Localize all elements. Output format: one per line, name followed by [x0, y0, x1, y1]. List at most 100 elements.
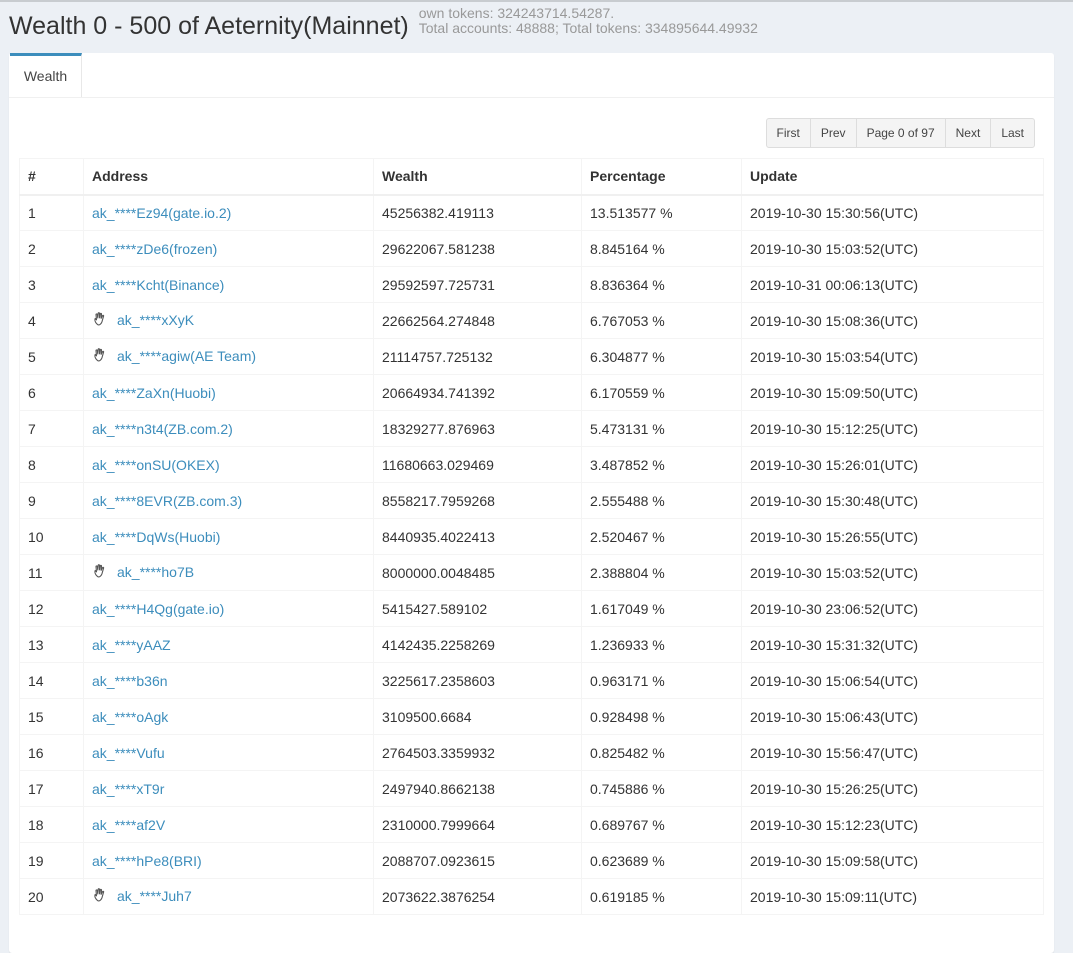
- address-link[interactable]: ak_****Ez94(gate.io.2): [92, 205, 231, 221]
- address-link[interactable]: ak_****n3t4(ZB.com.2): [92, 421, 233, 437]
- table-row: 12 ak_****H4Qg(gate.io) 5415427.589102 1.61…: [19, 590, 1044, 627]
- address-link[interactable]: ak_****ho7B: [117, 564, 194, 580]
- rank-cell: 15: [19, 698, 84, 735]
- address-link[interactable]: ak_****ZaXn(Huobi): [92, 385, 216, 401]
- tab-bar: Wealth: [9, 53, 1054, 98]
- column-header-wealth: Wealth: [373, 158, 582, 196]
- table-header-row: # Address Wealth Percentage Update: [19, 158, 1044, 196]
- percentage-cell: 3.487852 %: [581, 446, 742, 483]
- address-link[interactable]: ak_****af2V: [92, 817, 165, 833]
- table-row: 5 ak_****agiw(AE Team) 21114757.725132 6.30…: [19, 338, 1044, 375]
- wealth-cell: 22662564.274848: [373, 302, 582, 339]
- last-page-button[interactable]: Last: [990, 118, 1035, 148]
- update-cell: 2019-10-30 15:26:01(UTC): [741, 446, 1044, 483]
- rank-cell: 9: [19, 482, 84, 519]
- percentage-cell: 8.836364 %: [581, 266, 742, 303]
- address-link[interactable]: ak_****Juh7: [117, 888, 192, 904]
- wealth-cell: 2073622.3876254: [373, 878, 582, 915]
- rank-cell: 6: [19, 374, 84, 411]
- update-cell: 2019-10-30 15:26:25(UTC): [741, 770, 1044, 807]
- update-cell: 2019-10-31 00:06:13(UTC): [741, 266, 1044, 303]
- own-tokens-text: own tokens: 324243714.54287.: [418, 5, 615, 21]
- table-row: 10 ak_****DqWs(Huobi) 8440935.4022413 2.520…: [19, 518, 1044, 555]
- update-cell: 2019-10-30 15:03:54(UTC): [741, 338, 1044, 375]
- table-row: 1 ak_****Ez94(gate.io.2) 45256382.419113 13…: [19, 194, 1044, 231]
- update-cell: 2019-10-30 15:26:55(UTC): [741, 518, 1044, 555]
- update-cell: 2019-10-30 15:06:43(UTC): [741, 698, 1044, 735]
- update-cell: 2019-10-30 15:09:58(UTC): [741, 842, 1044, 879]
- address-link[interactable]: ak_****H4Qg(gate.io): [92, 601, 224, 617]
- first-page-button[interactable]: First: [765, 118, 811, 148]
- page-header: Wealth 0 - 500 of Aeternity(Mainnet) own…: [9, 4, 758, 50]
- wealth-cell: 20664934.741392: [373, 374, 582, 411]
- wealth-cell: 2764503.3359932: [373, 734, 582, 771]
- table-row: 7 ak_****n3t4(ZB.com.2) 18329277.876963 5.4…: [19, 410, 1044, 447]
- totals-text: Total accounts: 48888; Total tokens: 334…: [418, 20, 758, 36]
- percentage-cell: 6.767053 %: [581, 302, 742, 339]
- percentage-cell: 1.236933 %: [581, 626, 742, 663]
- table-row: 2 ak_****zDe6(frozen) 29622067.581238 8.845…: [19, 230, 1044, 267]
- update-cell: 2019-10-30 15:08:36(UTC): [741, 302, 1044, 339]
- table-body: 1 ak_****Ez94(gate.io.2) 45256382.419113 13…: [19, 194, 1044, 915]
- wealth-cell: 11680663.029469: [373, 446, 582, 483]
- percentage-cell: 6.170559 %: [581, 374, 742, 411]
- address-cell: ak_****Kcht(Binance): [83, 266, 374, 303]
- wealth-cell: 8558217.7959268: [373, 482, 582, 519]
- rank-cell: 3: [19, 266, 84, 303]
- percentage-cell: 0.825482 %: [581, 734, 742, 771]
- update-cell: 2019-10-30 15:09:50(UTC): [741, 374, 1044, 411]
- rank-cell: 13: [19, 626, 84, 663]
- address-link[interactable]: ak_****zDe6(frozen): [92, 241, 217, 257]
- prev-page-button[interactable]: Prev: [809, 118, 857, 148]
- wealth-cell: 5415427.589102: [373, 590, 582, 627]
- address-link[interactable]: ak_****xXyK: [117, 312, 194, 328]
- address-link[interactable]: ak_****agiw(AE Team): [117, 348, 256, 364]
- hand-icon: [92, 887, 109, 906]
- rank-cell: 18: [19, 806, 84, 843]
- percentage-cell: 6.304877 %: [581, 338, 742, 375]
- address-link[interactable]: ak_****oAgk: [92, 709, 168, 725]
- percentage-cell: 0.689767 %: [581, 806, 742, 843]
- percentage-cell: 0.745886 %: [581, 770, 742, 807]
- rank-cell: 7: [19, 410, 84, 447]
- column-header-update: Update: [741, 158, 1044, 196]
- address-cell: ak_****agiw(AE Team): [83, 338, 374, 375]
- address-link[interactable]: ak_****b36n: [92, 673, 168, 689]
- rank-cell: 1: [19, 194, 84, 231]
- wealth-cell: 29592597.725731: [373, 266, 582, 303]
- percentage-cell: 1.617049 %: [581, 590, 742, 627]
- address-cell: ak_****hPe8(BRI): [83, 842, 374, 879]
- table-row: 6 ak_****ZaXn(Huobi) 20664934.741392 6.1705…: [19, 374, 1044, 411]
- table-row: 17 ak_****xT9r 2497940.8662138 0.745886 % 20…: [19, 770, 1044, 807]
- percentage-cell: 0.623689 %: [581, 842, 742, 879]
- rank-cell: 16: [19, 734, 84, 771]
- percentage-cell: 2.520467 %: [581, 518, 742, 555]
- table-row: 16 ak_****Vufu 2764503.3359932 0.825482 % 20…: [19, 734, 1044, 771]
- update-cell: 2019-10-30 15:09:11(UTC): [741, 878, 1044, 915]
- address-link[interactable]: ak_****xT9r: [92, 781, 164, 797]
- wealth-panel: Wealth First Prev Page 0 of 97 Next Last…: [9, 53, 1054, 953]
- table-row: 9 ak_****8EVR(ZB.com.3) 8558217.7959268 2.5…: [19, 482, 1044, 519]
- table-row: 14 ak_****b36n 3225617.2358603 0.963171 % 20…: [19, 662, 1044, 699]
- address-link[interactable]: ak_****onSU(OKEX): [92, 457, 220, 473]
- page-subtitle: own tokens: 324243714.54287. Total accou…: [419, 6, 758, 36]
- tab-wealth[interactable]: Wealth: [10, 53, 82, 97]
- rank-cell: 17: [19, 770, 84, 807]
- next-page-button[interactable]: Next: [944, 118, 992, 148]
- rank-cell: 11: [19, 554, 84, 591]
- update-cell: 2019-10-30 15:12:23(UTC): [741, 806, 1044, 843]
- table-row: 8 ak_****onSU(OKEX) 11680663.029469 3.48785…: [19, 446, 1044, 483]
- address-link[interactable]: ak_****Vufu: [92, 745, 165, 761]
- address-cell: ak_****8EVR(ZB.com.3): [83, 482, 374, 519]
- address-link[interactable]: ak_****8EVR(ZB.com.3): [92, 493, 242, 509]
- address-link[interactable]: ak_****yAAZ: [92, 637, 171, 653]
- address-link[interactable]: ak_****hPe8(BRI): [92, 853, 202, 869]
- address-link[interactable]: ak_****DqWs(Huobi): [92, 529, 220, 545]
- percentage-cell: 2.388804 %: [581, 554, 742, 591]
- column-header-address: Address: [83, 158, 374, 196]
- address-link[interactable]: ak_****Kcht(Binance): [92, 277, 224, 293]
- address-cell: ak_****ZaXn(Huobi): [83, 374, 374, 411]
- wealth-cell: 4142435.2258269: [373, 626, 582, 663]
- wealth-cell: 21114757.725132: [373, 338, 582, 375]
- percentage-cell: 2.555488 %: [581, 482, 742, 519]
